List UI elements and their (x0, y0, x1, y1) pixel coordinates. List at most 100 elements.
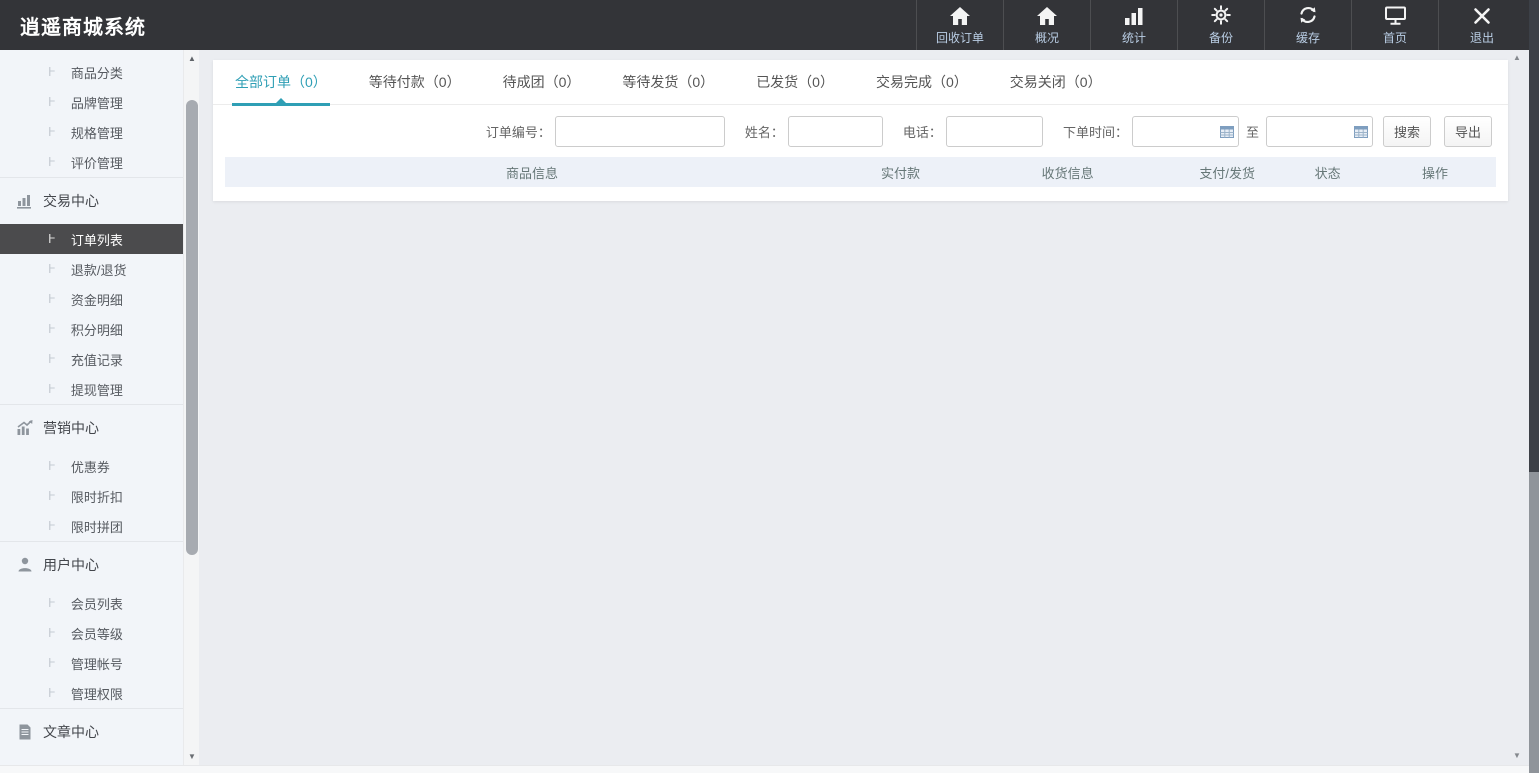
tab-completed[interactable]: 交易完成（0） (876, 60, 968, 105)
branch-icon: Ͱ (48, 519, 56, 533)
sidebar-item-brand-management[interactable]: Ͱ 品牌管理 (0, 87, 183, 117)
column-product-info: 商品信息 (225, 163, 839, 182)
sidebar-item-funds-detail[interactable]: Ͱ 资金明细 (0, 284, 183, 314)
topbar-actions: 回收订单 概况 统计 备份 缓存 (916, 0, 1525, 50)
sidebar-item-refund-return[interactable]: Ͱ 退款/退货 (0, 254, 183, 284)
scroll-up-icon[interactable]: ▲ (184, 54, 200, 63)
horizontal-scrollbar[interactable] (0, 765, 1529, 773)
sidebar-group-label: 营销中心 (43, 418, 99, 438)
branch-icon: Ͱ (48, 686, 56, 700)
sidebar-item-label: 品牌管理 (71, 93, 123, 112)
document-icon (16, 723, 34, 741)
branch-icon: Ͱ (48, 596, 56, 610)
branch-icon: Ͱ (48, 125, 56, 139)
topbar-action-frontend-home[interactable]: 首页 (1351, 0, 1438, 50)
monitor-icon (1384, 4, 1407, 26)
sidebar-group-marketing-center[interactable]: 营销中心 (0, 413, 183, 443)
column-shipping-info: 收货信息 (962, 163, 1173, 182)
scroll-up-icon[interactable]: ▲ (1509, 53, 1525, 62)
tab-awaiting-shipment[interactable]: 等待发货（0） (622, 60, 714, 105)
order-no-input[interactable] (555, 116, 725, 147)
search-button[interactable]: 搜索 (1383, 116, 1431, 147)
sidebar-scrollbar-thumb[interactable] (186, 100, 198, 555)
sidebar-item-limited-discount[interactable]: Ͱ 限时折扣 (0, 481, 183, 511)
topbar-action-cache[interactable]: 缓存 (1264, 0, 1351, 50)
branch-icon: Ͱ (48, 155, 56, 169)
branch-icon: Ͱ (48, 95, 56, 109)
branch-icon: Ͱ (48, 262, 56, 276)
sidebar-item-member-level[interactable]: Ͱ 会员等级 (0, 618, 183, 648)
topbar-action-label: 备份 (1209, 29, 1233, 46)
trend-chart-icon (16, 419, 34, 437)
branch-icon: Ͱ (48, 656, 56, 670)
branch-icon: Ͱ (48, 65, 56, 79)
home-icon (1036, 4, 1058, 26)
phone-input[interactable] (946, 116, 1043, 147)
name-input[interactable] (788, 116, 883, 147)
order-status-tabs: 全部订单（0） 等待付款（0） 待成团（0） 等待发货（0） 已发货（0） 交易… (213, 60, 1508, 105)
branch-icon: Ͱ (48, 232, 56, 246)
refresh-icon (1297, 4, 1319, 26)
branch-icon: Ͱ (48, 292, 56, 306)
sidebar-item-recharge-records[interactable]: Ͱ 充值记录 (0, 344, 183, 374)
sidebar-group-article-center[interactable]: 文章中心 (0, 717, 183, 747)
sidebar-group-trade-center[interactable]: 交易中心 (0, 186, 183, 216)
topbar-action-backup[interactable]: 备份 (1177, 0, 1264, 50)
sidebar-scrollbar[interactable]: ▲ ▼ (183, 50, 199, 765)
sidebar-item-label: 管理权限 (71, 684, 123, 703)
calendar-icon[interactable] (1220, 125, 1234, 138)
scroll-down-icon[interactable]: ▼ (1509, 751, 1525, 760)
tab-shipped[interactable]: 已发货（0） (756, 60, 834, 105)
sidebar-item-label: 商品分类 (71, 63, 123, 82)
gear-icon (1210, 4, 1232, 26)
sidebar-item-withdrawal-management[interactable]: Ͱ 提现管理 (0, 374, 183, 404)
topbar-action-label: 缓存 (1296, 29, 1320, 46)
chart-bars-icon (16, 192, 34, 210)
branch-icon: Ͱ (48, 352, 56, 366)
sidebar-item-label: 会员等级 (71, 624, 123, 643)
close-icon (1472, 4, 1492, 26)
sidebar-item-admin-accounts[interactable]: Ͱ 管理帐号 (0, 648, 183, 678)
tab-closed[interactable]: 交易关闭（0） (1010, 60, 1102, 105)
sidebar-item-order-list[interactable]: Ͱ 订单列表 (0, 224, 183, 254)
sidebar-item-label: 会员列表 (71, 594, 123, 613)
sidebar-item-label: 提现管理 (71, 380, 123, 399)
topbar-action-recycle-orders[interactable]: 回收订单 (916, 0, 1003, 50)
sidebar-divider (0, 708, 183, 709)
topbar-action-overview[interactable]: 概况 (1003, 0, 1090, 50)
sidebar-item-label: 限时折扣 (71, 487, 123, 506)
sidebar-item-coupons[interactable]: Ͱ 优惠券 (0, 451, 183, 481)
sidebar-item-member-list[interactable]: Ͱ 会员列表 (0, 588, 183, 618)
sidebar-item-product-category[interactable]: Ͱ 商品分类 (0, 57, 183, 87)
sidebar-item-points-detail[interactable]: Ͱ 积分明细 (0, 314, 183, 344)
sidebar-item-review-management[interactable]: Ͱ 评价管理 (0, 147, 183, 177)
window-scrollbar[interactable] (1529, 0, 1539, 773)
scroll-down-icon[interactable]: ▼ (184, 752, 200, 761)
calendar-icon[interactable] (1354, 125, 1368, 138)
window-scrollbar-thumb[interactable] (1529, 0, 1539, 472)
tab-awaiting-payment[interactable]: 等待付款（0） (369, 60, 461, 105)
tab-awaiting-group[interactable]: 待成团（0） (503, 60, 581, 105)
sidebar-item-admin-permissions[interactable]: Ͱ 管理权限 (0, 678, 183, 708)
sidebar-divider (0, 177, 183, 178)
column-paid-amount: 实付款 (839, 163, 962, 182)
branch-icon: Ͱ (48, 382, 56, 396)
sidebar-group-user-center[interactable]: 用户中心 (0, 550, 183, 580)
tab-all-orders[interactable]: 全部订单（0） (235, 60, 327, 105)
topbar-action-statistics[interactable]: 统计 (1090, 0, 1177, 50)
branch-icon: Ͱ (48, 459, 56, 473)
topbar-action-logout[interactable]: 退出 (1438, 0, 1525, 50)
sidebar-item-limited-groupbuy[interactable]: Ͱ 限时拼团 (0, 511, 183, 541)
orders-panel: 全部订单（0） 等待付款（0） 待成团（0） 等待发货（0） 已发货（0） 交易… (213, 60, 1508, 201)
name-label: 姓名： (745, 122, 784, 141)
column-pay-ship: 支付/发货 (1173, 163, 1281, 182)
sidebar-item-spec-management[interactable]: Ͱ 规格管理 (0, 117, 183, 147)
export-button[interactable]: 导出 (1444, 116, 1492, 147)
orders-table-header: 商品信息 实付款 收货信息 支付/发货 状态 操作 (225, 157, 1496, 187)
sidebar-item-label: 订单列表 (71, 230, 123, 249)
column-actions: 操作 (1374, 163, 1496, 182)
order-time-to-field (1266, 116, 1373, 147)
topbar-action-label: 统计 (1122, 29, 1146, 46)
sidebar-item-label: 积分明细 (71, 320, 123, 339)
sidebar-item-label: 限时拼团 (71, 517, 123, 536)
